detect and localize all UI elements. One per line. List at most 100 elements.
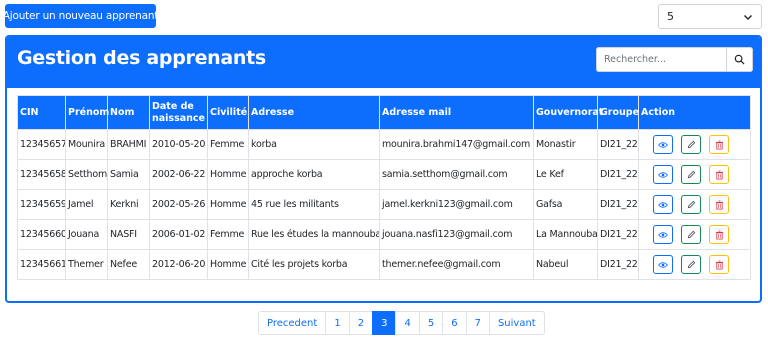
table-row: 12345659 Jamel Kerkni 2002-05-26 Homme 45 rue… [17,189,751,220]
table-row: 12345657 Mounira BRAHMI 2010-05-20 Femme korb… [17,129,751,160]
next-page-button[interactable]: Suivant [488,311,545,335]
trash-icon [715,200,723,209]
cell-cin: 12345657 [17,129,66,160]
search-button[interactable] [726,47,753,72]
cell-prenom: Setthom [65,159,108,190]
view-button[interactable] [653,255,673,274]
pencil-icon [687,140,695,149]
cell-mail: jamel.kerkni123@gmail.com [379,189,534,220]
cell-mail: jouana.nasfi123@gmail.com [379,219,534,250]
cell-cin: 12345659 [17,189,66,220]
col-naissance: Date de naissance [149,95,208,130]
cell-civilite: Femme [207,219,249,250]
cell-naissance: 2006-01-02 [149,219,208,250]
cell-actions [638,189,751,220]
trash-icon [715,170,723,179]
prev-page-button[interactable]: Precedent [258,311,327,335]
col-civilite: Civilité [207,95,249,130]
page-button-6[interactable]: 6 [442,311,467,335]
trash-icon [715,260,723,269]
page-button-1[interactable]: 1 [325,311,350,335]
page-button-5[interactable]: 5 [418,311,444,335]
cell-prenom: Jamel [65,189,108,220]
edit-button[interactable] [681,255,701,274]
cell-gouvernorat: Monastir [533,129,598,160]
delete-button[interactable] [709,195,729,214]
chevron-down-icon [744,14,752,20]
page-size-select[interactable]: 5 [658,4,762,29]
pagination: Precedent 1 2 3 4 5 6 7 Suivant [258,311,545,335]
cell-mail: themer.nefee@gmail.com [379,249,534,280]
cell-adresse: Cité les projets korba [248,249,380,280]
cell-adresse: Rue les études la mannouba [248,219,380,250]
view-button[interactable] [653,135,673,154]
cell-naissance: 2002-05-26 [149,189,208,220]
cell-gouvernorat: Le Kef [533,159,598,190]
trash-icon [715,140,723,149]
view-button[interactable] [653,195,673,214]
eye-icon [658,171,668,178]
cell-cin: 12345660 [17,219,66,250]
table-row: 12345661 Themer Nefee 2012-06-20 Homme Cité l… [17,249,751,280]
edit-button[interactable] [681,195,701,214]
cell-actions [638,249,751,280]
page-button-2[interactable]: 2 [348,311,374,335]
delete-button[interactable] [709,225,729,244]
add-learner-button[interactable]: Ajouter un nouveau apprenant [3,4,158,28]
delete-button[interactable] [709,255,729,274]
pencil-icon [687,200,695,209]
eye-icon [658,141,668,148]
col-prenom: Prénom [65,95,109,130]
cell-nom: Nefee [107,249,150,280]
cell-actions [638,219,751,250]
cell-civilite: Femme [207,129,249,160]
col-nom: Nom [107,95,150,130]
cell-groupe: DI21_22 [597,189,639,220]
cell-naissance: 2010-05-20 [149,129,208,160]
cell-nom: BRAHMI [107,129,150,160]
eye-icon [658,231,668,238]
col-mail: Adresse mail [379,95,534,130]
trash-icon [715,230,723,239]
cell-naissance: 2012-06-20 [149,249,208,280]
cell-nom: NASFI [107,219,150,250]
search-group [596,47,753,72]
eye-icon [658,261,668,268]
cell-prenom: Themer [65,249,108,280]
cell-gouvernorat: La Mannouba [533,219,598,250]
learners-card: Gestion des apprenants CIN Prénom Nom Da… [5,35,762,303]
edit-button[interactable] [681,135,701,154]
page-title: Gestion des apprenants [17,47,266,69]
edit-button[interactable] [681,225,701,244]
cell-groupe: DI21_22 [597,159,639,190]
edit-button[interactable] [681,165,701,184]
cell-actions [638,159,751,190]
cell-adresse: approche korba [248,159,380,190]
page-button-3[interactable]: 3 [372,311,397,335]
table-row: 12345660 Jouana NASFI 2006-01-02 Femme Rue le… [17,219,751,250]
pencil-icon [687,260,695,269]
page-button-4[interactable]: 4 [395,311,420,335]
cell-gouvernorat: Gafsa [533,189,598,220]
delete-button[interactable] [709,135,729,154]
cell-nom: Samia [107,159,150,190]
cell-naissance: 2002-06-22 [149,159,208,190]
cell-groupe: DI21_22 [597,249,639,280]
search-input[interactable] [596,47,726,72]
cell-groupe: DI21_22 [597,129,639,160]
col-cin: CIN [17,95,66,130]
search-icon [734,54,745,65]
learners-table: CIN Prénom Nom Date de naissance Civilit… [17,95,751,280]
delete-button[interactable] [709,165,729,184]
pencil-icon [687,230,695,239]
cell-mail: mounira.brahmi147@gmail.com [379,129,534,160]
view-button[interactable] [653,165,673,184]
cell-actions [638,129,751,160]
table-header: CIN Prénom Nom Date de naissance Civilit… [17,95,751,130]
cell-groupe: DI21_22 [597,219,639,250]
card-header: Gestion des apprenants [7,37,760,88]
view-button[interactable] [653,225,673,244]
page-button-7[interactable]: 7 [465,311,490,335]
cell-civilite: Homme [207,189,249,220]
col-action: Action [638,95,751,130]
